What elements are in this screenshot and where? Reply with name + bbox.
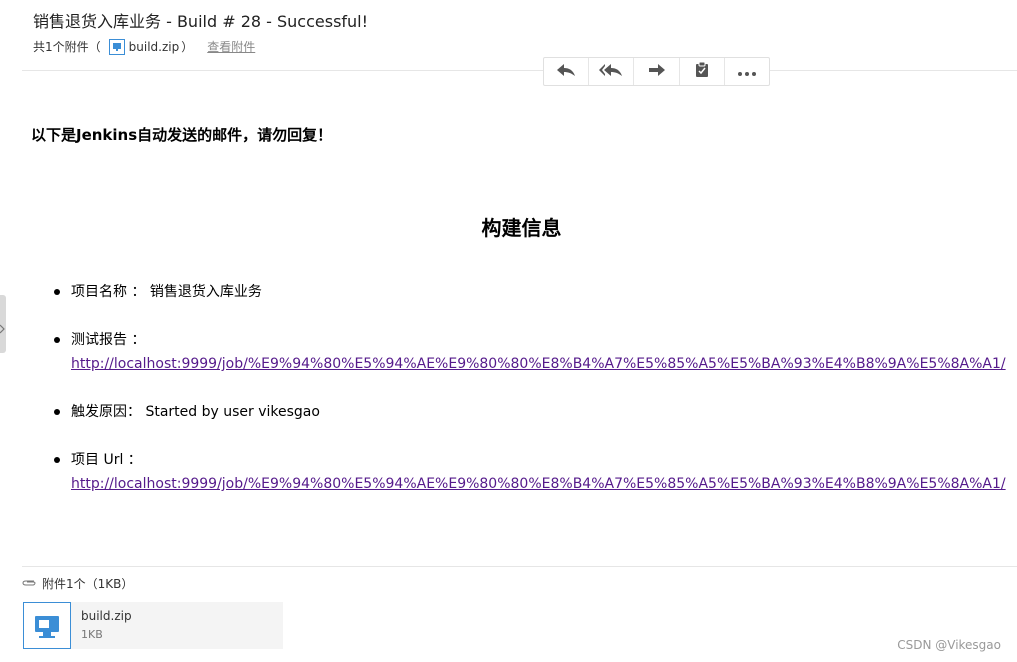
bullet — [54, 409, 60, 415]
more-icon — [737, 62, 757, 81]
attachments-divider — [22, 566, 1017, 567]
bullet — [54, 457, 60, 463]
more-button[interactable] — [725, 58, 769, 85]
email-header: 销售退货入库业务 - Build # 28 - Successful! 共1个附… — [0, 0, 1017, 70]
header-divider — [22, 70, 1017, 71]
attachments-header: 附件1个（1KB） — [22, 575, 133, 592]
chevron-right-icon — [0, 319, 5, 338]
attachment-file-name: build.zip — [81, 609, 132, 623]
view-attachments-link[interactable]: 查看附件 — [207, 38, 255, 55]
reply-button[interactable] — [544, 58, 590, 85]
paperclip-icon — [22, 577, 36, 591]
bullet — [54, 289, 60, 295]
trigger-label: 触发原因： — [71, 404, 141, 420]
build-info-title: 构建信息 — [481, 216, 562, 240]
forward-button[interactable] — [634, 58, 680, 85]
reply-icon — [556, 62, 576, 81]
bullet — [54, 337, 60, 343]
attachment-card[interactable]: build.zip 1KB — [23, 602, 283, 649]
project-name-label: 项目名称 ： — [71, 284, 146, 300]
greeting-text: 以下是Jenkins自动发送的邮件，请勿回复！ — [31, 126, 333, 144]
zip-file-icon — [108, 38, 125, 55]
test-report-link[interactable]: http://localhost:9999/job/%E9%94%80%E5%9… — [71, 352, 1006, 376]
watermark: CSDN @Vikesgao — [897, 638, 1001, 652]
project-url-label: 项目 Url ： — [71, 452, 142, 468]
reply-all-icon — [599, 62, 623, 81]
side-expand-tab[interactable] — [0, 295, 6, 353]
attachment-line: 共1个附件（ build.zip ） 查看附件 — [33, 38, 255, 55]
reply-all-button[interactable] — [589, 58, 635, 85]
attachment-file-size: 1KB — [81, 628, 103, 641]
project-url-link[interactable]: http://localhost:9999/job/%E9%94%80%E5%9… — [71, 472, 1006, 496]
attachments-summary: 附件1个（1KB） — [42, 577, 134, 591]
attachment-prefix: 共1个附件（ — [33, 40, 101, 54]
attachment-suffix: ） — [181, 40, 194, 54]
email-subject: 销售退货入库业务 - Build # 28 - Successful! — [33, 12, 369, 31]
list-item-project-name: 项目名称 ： 销售退货入库业务 — [54, 280, 1001, 304]
project-name-value: 销售退货入库业务 — [149, 284, 262, 300]
attachment-file-link[interactable]: build.zip — [129, 40, 180, 54]
build-info-list: 项目名称 ： 销售退货入库业务 测试报告 ： http://localhost:… — [54, 280, 1006, 520]
clipboard-button[interactable] — [680, 58, 725, 85]
clipboard-icon — [695, 61, 709, 82]
list-item-trigger: 触发原因： Started by user vikesgao — [54, 400, 1001, 424]
list-item-test-report: 测试报告 ： http://localhost:9999/job/%E9%94%… — [54, 328, 1006, 376]
trigger-value: Started by user vikesgao — [145, 404, 320, 420]
forward-icon — [648, 62, 666, 81]
email-toolbar — [543, 57, 770, 86]
list-item-project-url: 项目 Url ： http://localhost:9999/job/%E9%9… — [54, 448, 1006, 496]
zip-file-icon — [23, 602, 71, 649]
test-report-label: 测试报告 ： — [71, 332, 146, 348]
